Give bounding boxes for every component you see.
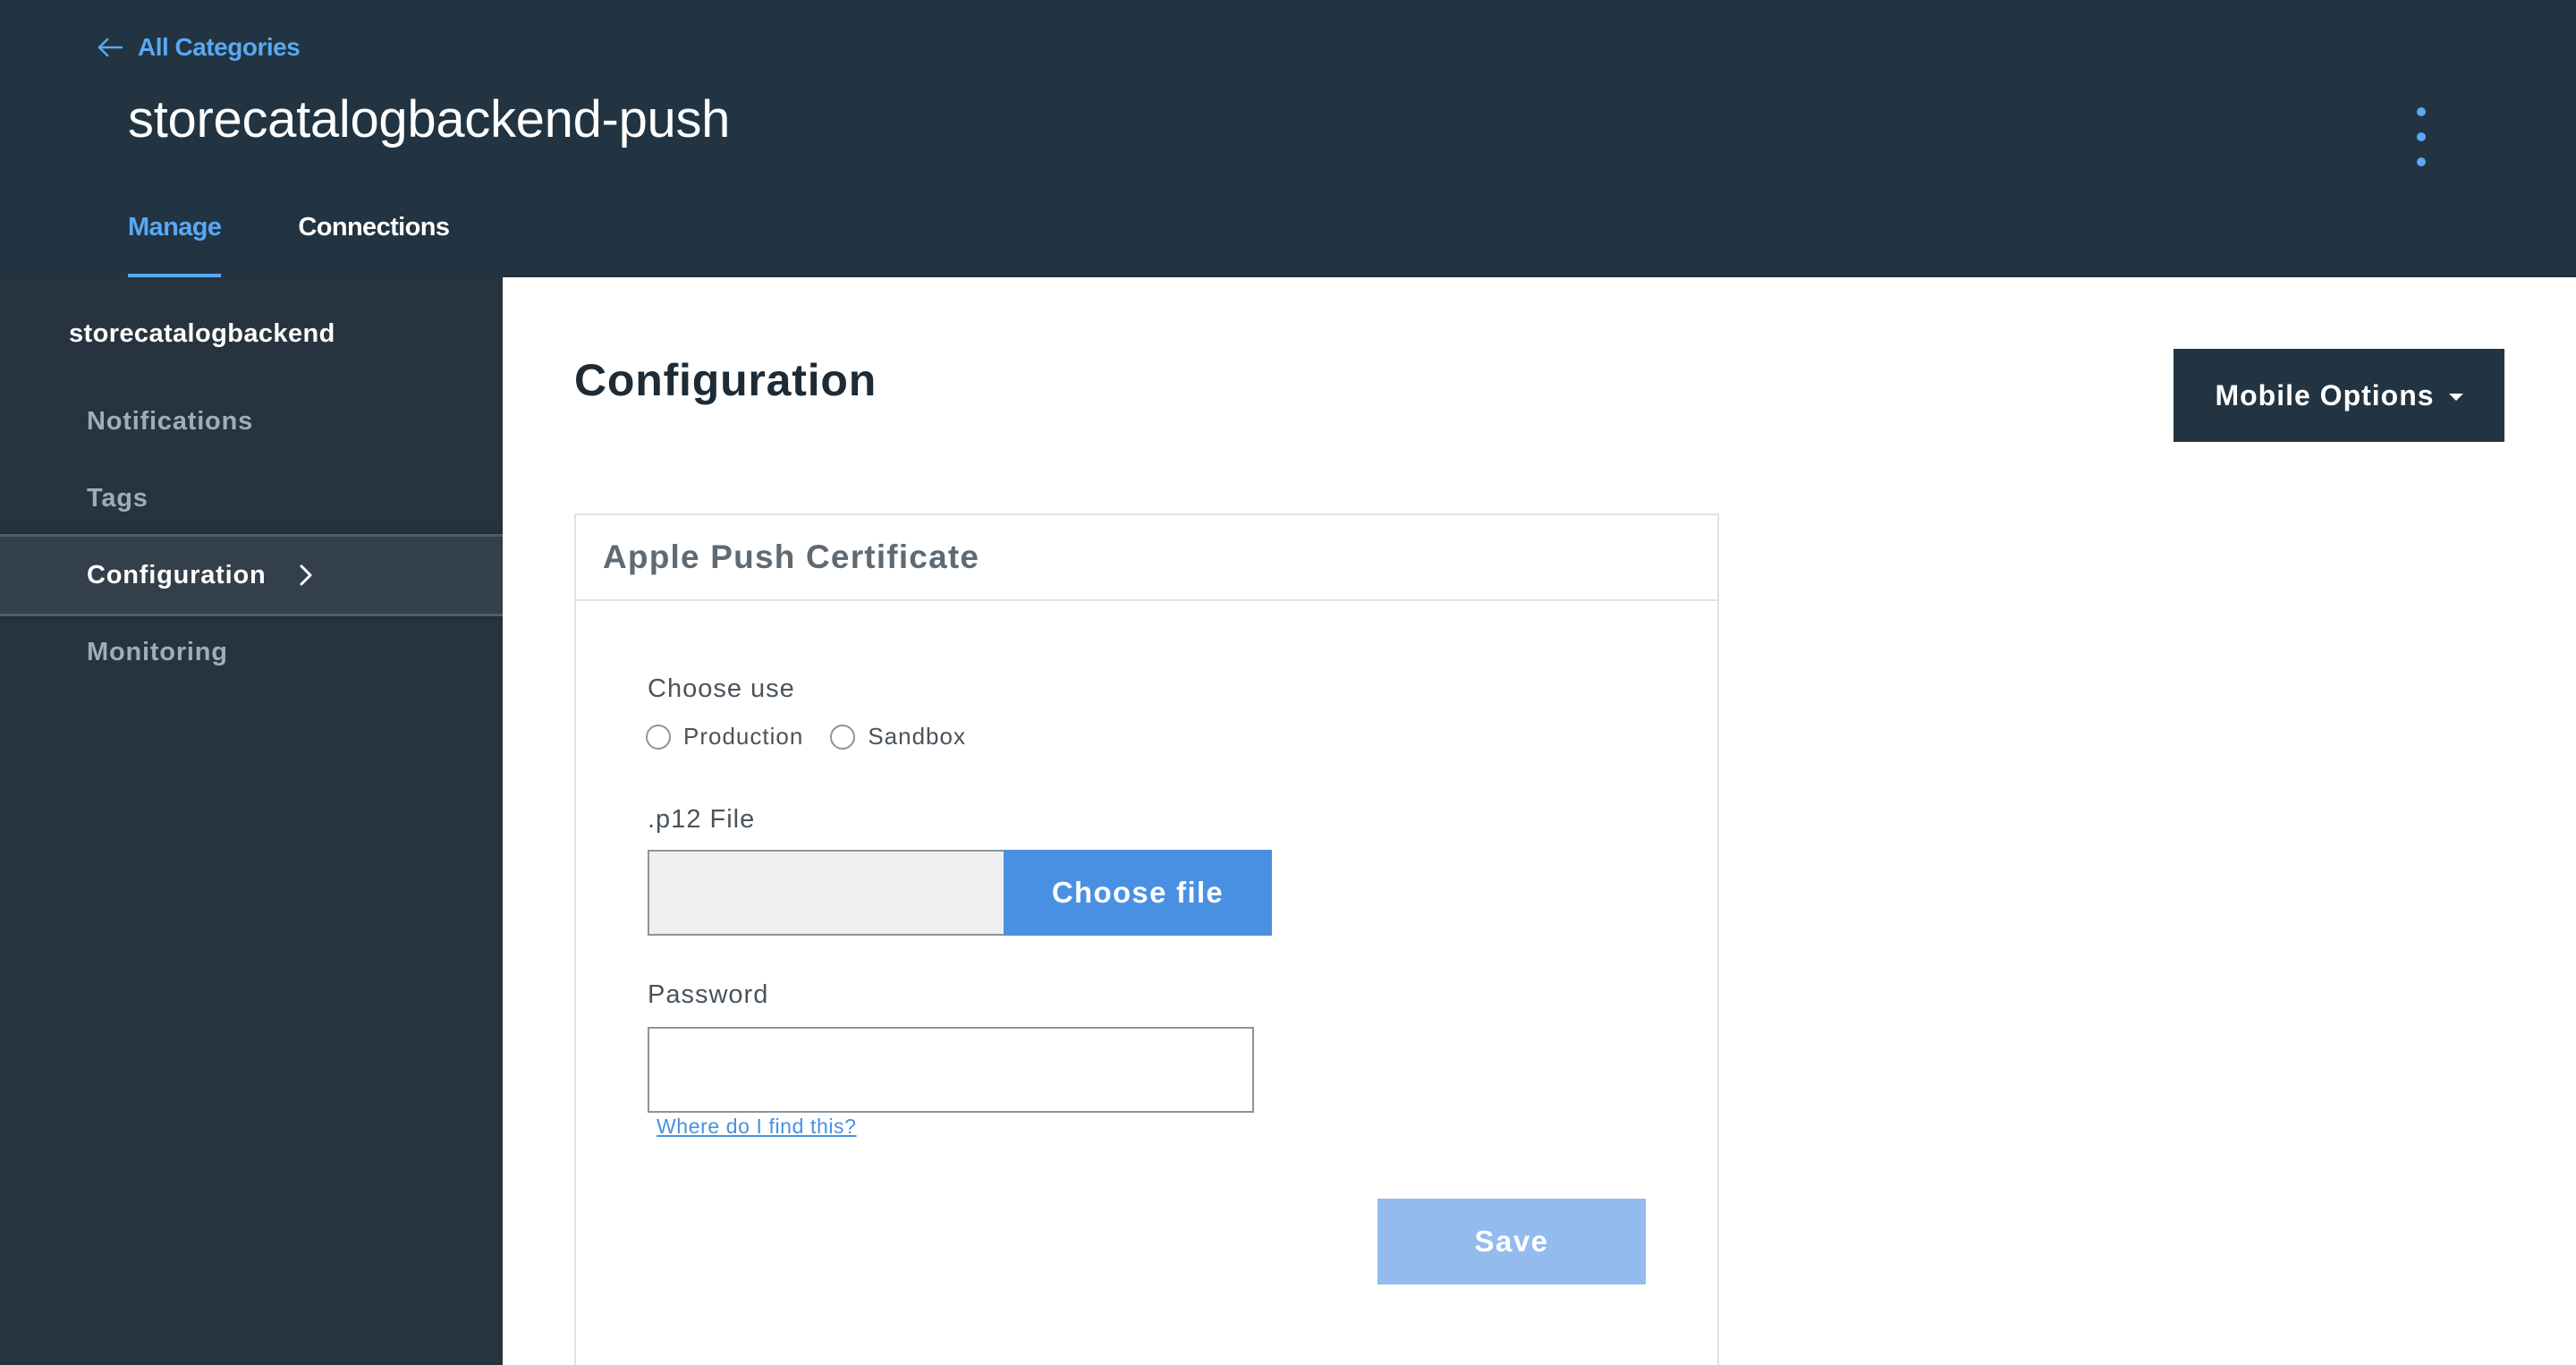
kebab-dot [2417,132,2426,141]
sidebar-item-label: Notifications [87,406,254,436]
page-header-title: storecatalogbackend-push [128,90,731,148]
arrow-left-icon [97,38,123,57]
radio-circle [830,724,856,750]
radio-label-sandbox: Sandbox [868,723,966,750]
sidebar-item-notifications[interactable]: Notifications [0,383,503,460]
radio-sandbox[interactable]: Sandbox [830,723,966,750]
caret-down-icon [2448,394,2463,401]
file-name-field[interactable] [648,850,1004,936]
kebab-dot [2417,157,2426,166]
main-content: Configuration Mobile Options Apple Push … [503,277,2576,1365]
sidebar-item-label: Tags [87,483,148,513]
sidebar-item-monitoring[interactable]: Monitoring [0,614,503,691]
radio-label-production: Production [683,723,804,750]
sidebar-item-tags[interactable]: Tags [0,460,503,537]
all-categories-link[interactable]: All Categories [95,32,301,63]
all-categories-label: All Categories [138,33,301,61]
tab-manage[interactable]: Manage [128,208,222,277]
mobile-options-label: Mobile Options [2215,378,2435,411]
kebab-menu-icon[interactable] [2410,104,2433,170]
tab-connections[interactable]: Connections [298,208,450,277]
sidebar-item-label: Monitoring [87,637,228,666]
radio-circle [646,724,671,750]
p12-file-label: .p12 File [648,805,756,834]
top-header: All Categories storecatalogbackend-push … [0,0,2576,277]
card-title: Apple Push Certificate [576,515,1717,601]
choose-file-button[interactable]: Choose file [1004,850,1272,936]
sidebar-item-label: Configuration [87,560,267,589]
where-do-i-find-this-link[interactable]: Where do I find this? [657,1115,857,1139]
radio-production[interactable]: Production [646,723,803,750]
header-tabs: Manage Connections [128,208,450,277]
password-field[interactable] [648,1027,1254,1113]
sidebar: storecatalogbackend Notifications Tags C… [0,277,506,1365]
password-label: Password [648,980,769,1009]
chevron-right-icon [300,564,312,586]
kebab-dot [2417,107,2426,116]
mobile-options-button[interactable]: Mobile Options [2174,349,2504,442]
sidebar-item-configuration[interactable]: Configuration [0,537,506,614]
choose-use-radio-group: Production Sandbox [646,723,993,750]
save-button[interactable]: Save [1377,1199,1646,1284]
sidebar-title: storecatalogbackend [69,319,335,348]
page-title: Configuration [574,355,877,405]
choose-use-label: Choose use [648,674,795,703]
